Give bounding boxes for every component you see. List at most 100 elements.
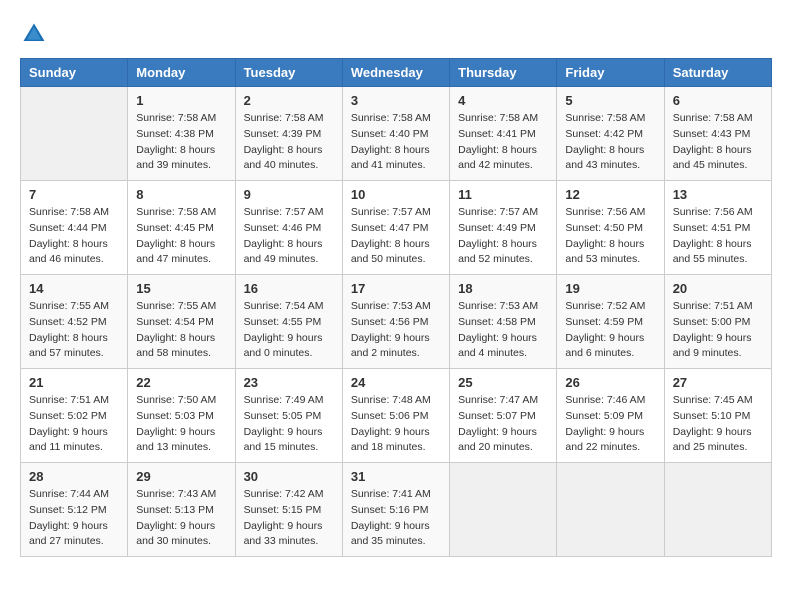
calendar-cell: 17 Sunrise: 7:53 AMSunset: 4:56 PMDayligh… (342, 275, 449, 369)
day-info: Sunrise: 7:58 AMSunset: 4:42 PMDaylight:… (565, 111, 655, 174)
calendar-cell: 9Sunrise: 7:57 AMSunset: 4:46 PMDaylight… (235, 181, 342, 275)
calendar-cell: 16 Sunrise: 7:54 AMSunset: 4:55 PMDayligh… (235, 275, 342, 369)
day-number: 6 (673, 93, 763, 108)
calendar-cell: 10 Sunrise: 7:57 AMSunset: 4:47 PMDayligh… (342, 181, 449, 275)
day-info: Sunrise: 7:58 AMSunset: 4:40 PMDaylight:… (351, 111, 441, 174)
calendar-table: SundayMondayTuesdayWednesdayThursdayFrid… (20, 58, 772, 557)
calendar-cell: 19Sunrise: 7:52 AMSunset: 4:59 PMDayligh… (557, 275, 664, 369)
header-wednesday: Wednesday (342, 59, 449, 87)
day-number: 30 (244, 469, 334, 484)
day-number: 18 (458, 281, 548, 296)
day-info: Sunrise: 7:56 AMSunset: 4:51 PMDaylight:… (673, 205, 763, 268)
day-info: Sunrise: 7:58 AMSunset: 4:38 PMDaylight:… (136, 111, 226, 174)
day-number: 3 (351, 93, 441, 108)
day-info: Sunrise: 7:45 AMSunset: 5:10 PMDaylight:… (673, 393, 763, 456)
day-number: 25 (458, 375, 548, 390)
calendar-cell: 12Sunrise: 7:56 AMSunset: 4:50 PMDayligh… (557, 181, 664, 275)
day-number: 4 (458, 93, 548, 108)
day-info: Sunrise: 7:58 AMSunset: 4:45 PMDaylight:… (136, 205, 226, 268)
day-number: 2 (244, 93, 334, 108)
header-sunday: Sunday (21, 59, 128, 87)
day-info: Sunrise: 7:42 AMSunset: 5:15 PMDaylight:… (244, 487, 334, 550)
day-info: Sunrise: 7:48 AMSunset: 5:06 PMDaylight:… (351, 393, 441, 456)
day-number: 5 (565, 93, 655, 108)
day-info: Sunrise: 7:55 AMSunset: 4:54 PMDaylight:… (136, 299, 226, 362)
day-info: Sunrise: 7:54 AMSunset: 4:55 PMDaylight:… (244, 299, 334, 362)
day-info: Sunrise: 7:57 AMSunset: 4:47 PMDaylight:… (351, 205, 441, 268)
calendar-cell (450, 463, 557, 557)
header-monday: Monday (128, 59, 235, 87)
day-number: 22 (136, 375, 226, 390)
day-number: 23 (244, 375, 334, 390)
calendar-cell: 20 Sunrise: 7:51 AMSunset: 5:00 PMDayligh… (664, 275, 771, 369)
header-thursday: Thursday (450, 59, 557, 87)
day-number: 27 (673, 375, 763, 390)
day-number: 12 (565, 187, 655, 202)
calendar-cell: 4 Sunrise: 7:58 AMSunset: 4:41 PMDaylight… (450, 87, 557, 181)
calendar-cell: 21 Sunrise: 7:51 AMSunset: 5:02 PMDayligh… (21, 369, 128, 463)
week-row-4: 21 Sunrise: 7:51 AMSunset: 5:02 PMDayligh… (21, 369, 772, 463)
calendar-cell: 30 Sunrise: 7:42 AMSunset: 5:15 PMDayligh… (235, 463, 342, 557)
day-info: Sunrise: 7:49 AMSunset: 5:05 PMDaylight:… (244, 393, 334, 456)
day-number: 21 (29, 375, 119, 390)
day-info: Sunrise: 7:41 AMSunset: 5:16 PMDaylight:… (351, 487, 441, 550)
calendar-cell: 7 Sunrise: 7:58 AMSunset: 4:44 PMDaylight… (21, 181, 128, 275)
calendar-cell: 8 Sunrise: 7:58 AMSunset: 4:45 PMDaylight… (128, 181, 235, 275)
calendar-cell: 27 Sunrise: 7:45 AMSunset: 5:10 PMDayligh… (664, 369, 771, 463)
day-info: Sunrise: 7:58 AMSunset: 4:41 PMDaylight:… (458, 111, 548, 174)
day-info: Sunrise: 7:46 AMSunset: 5:09 PMDaylight:… (565, 393, 655, 456)
day-number: 9 (244, 187, 334, 202)
day-info: Sunrise: 7:44 AMSunset: 5:12 PMDaylight:… (29, 487, 119, 550)
day-number: 31 (351, 469, 441, 484)
calendar-cell: 23 Sunrise: 7:49 AMSunset: 5:05 PMDayligh… (235, 369, 342, 463)
header-tuesday: Tuesday (235, 59, 342, 87)
header-friday: Friday (557, 59, 664, 87)
calendar-cell: 24 Sunrise: 7:48 AMSunset: 5:06 PMDayligh… (342, 369, 449, 463)
calendar-cell (664, 463, 771, 557)
calendar-cell: 14 Sunrise: 7:55 AMSunset: 4:52 PMDayligh… (21, 275, 128, 369)
calendar-cell: 28 Sunrise: 7:44 AMSunset: 5:12 PMDayligh… (21, 463, 128, 557)
day-number: 16 (244, 281, 334, 296)
calendar-cell: 1 Sunrise: 7:58 AMSunset: 4:38 PMDaylight… (128, 87, 235, 181)
day-number: 24 (351, 375, 441, 390)
day-number: 14 (29, 281, 119, 296)
day-number: 11 (458, 187, 548, 202)
day-info: Sunrise: 7:53 AMSunset: 4:56 PMDaylight:… (351, 299, 441, 362)
day-number: 10 (351, 187, 441, 202)
day-info: Sunrise: 7:58 AMSunset: 4:43 PMDaylight:… (673, 111, 763, 174)
day-info: Sunrise: 7:57 AMSunset: 4:49 PMDaylight:… (458, 205, 548, 268)
day-number: 1 (136, 93, 226, 108)
day-info: Sunrise: 7:43 AMSunset: 5:13 PMDaylight:… (136, 487, 226, 550)
week-row-1: 1 Sunrise: 7:58 AMSunset: 4:38 PMDaylight… (21, 87, 772, 181)
logo (20, 20, 52, 48)
day-number: 26 (565, 375, 655, 390)
calendar-cell: 6 Sunrise: 7:58 AMSunset: 4:43 PMDaylight… (664, 87, 771, 181)
header-saturday: Saturday (664, 59, 771, 87)
calendar-cell: 29 Sunrise: 7:43 AMSunset: 5:13 PMDayligh… (128, 463, 235, 557)
day-info: Sunrise: 7:47 AMSunset: 5:07 PMDaylight:… (458, 393, 548, 456)
calendar-cell: 11 Sunrise: 7:57 AMSunset: 4:49 PMDayligh… (450, 181, 557, 275)
calendar-cell: 25 Sunrise: 7:47 AMSunset: 5:07 PMDayligh… (450, 369, 557, 463)
week-row-5: 28 Sunrise: 7:44 AMSunset: 5:12 PMDayligh… (21, 463, 772, 557)
logo-icon (20, 20, 48, 48)
calendar-cell: 13Sunrise: 7:56 AMSunset: 4:51 PMDayligh… (664, 181, 771, 275)
day-number: 17 (351, 281, 441, 296)
day-info: Sunrise: 7:51 AMSunset: 5:00 PMDaylight:… (673, 299, 763, 362)
day-info: Sunrise: 7:50 AMSunset: 5:03 PMDaylight:… (136, 393, 226, 456)
week-row-2: 7 Sunrise: 7:58 AMSunset: 4:44 PMDaylight… (21, 181, 772, 275)
day-number: 8 (136, 187, 226, 202)
day-info: Sunrise: 7:58 AMSunset: 4:44 PMDaylight:… (29, 205, 119, 268)
day-info: Sunrise: 7:53 AMSunset: 4:58 PMDaylight:… (458, 299, 548, 362)
day-number: 20 (673, 281, 763, 296)
day-info: Sunrise: 7:51 AMSunset: 5:02 PMDaylight:… (29, 393, 119, 456)
day-info: Sunrise: 7:55 AMSunset: 4:52 PMDaylight:… (29, 299, 119, 362)
day-number: 29 (136, 469, 226, 484)
calendar-cell (557, 463, 664, 557)
calendar-cell: 18 Sunrise: 7:53 AMSunset: 4:58 PMDayligh… (450, 275, 557, 369)
day-number: 19 (565, 281, 655, 296)
calendar-cell: 5 Sunrise: 7:58 AMSunset: 4:42 PMDaylight… (557, 87, 664, 181)
day-number: 28 (29, 469, 119, 484)
calendar-cell: 15Sunrise: 7:55 AMSunset: 4:54 PMDayligh… (128, 275, 235, 369)
calendar-cell: 31 Sunrise: 7:41 AMSunset: 5:16 PMDayligh… (342, 463, 449, 557)
day-number: 7 (29, 187, 119, 202)
